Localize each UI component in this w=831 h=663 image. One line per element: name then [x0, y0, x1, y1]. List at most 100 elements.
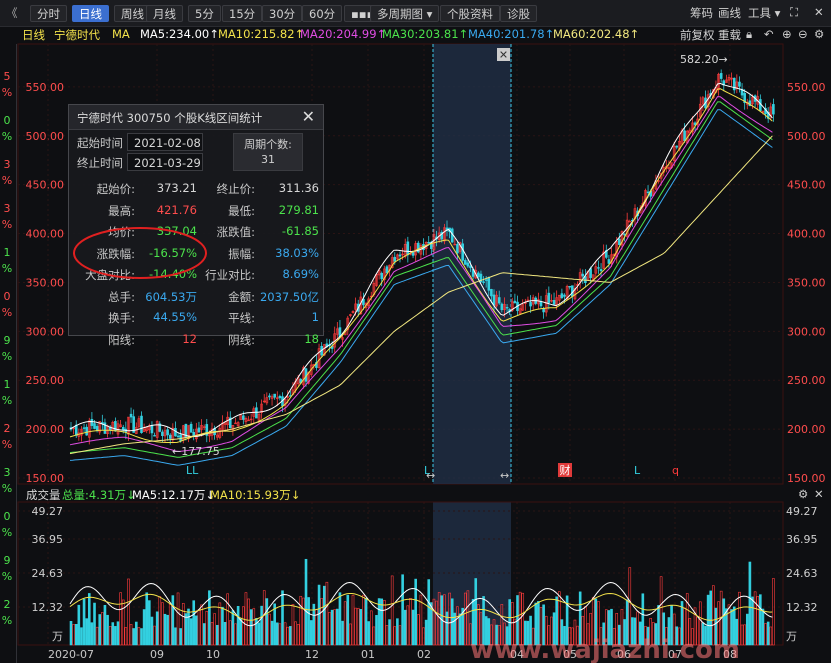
candle-body — [497, 297, 501, 304]
candle-body — [255, 407, 258, 419]
volume-ma5-line — [69, 581, 773, 627]
volume-bar — [772, 578, 775, 646]
volume-settings-icon[interactable]: ⚙ — [798, 487, 808, 501]
stat-value: 8.69% — [282, 267, 319, 281]
volume-bar — [221, 606, 224, 646]
candle-body — [477, 272, 480, 278]
volume-bar — [90, 622, 94, 646]
candle-body — [482, 281, 485, 283]
interval-stat-panel: 宁德时代 300750 个股K线区间统计 ✕ 起始时间 2021-02-08 终… — [68, 104, 324, 347]
volume-bar — [398, 625, 402, 646]
volume-bar — [202, 623, 206, 646]
volume-bar — [137, 627, 141, 646]
volume-bar — [283, 622, 287, 646]
volume-axis-label: 万 — [52, 630, 63, 643]
stat-label: 最低: — [228, 203, 255, 218]
marker-label: LL — [186, 464, 199, 477]
candle-body — [90, 418, 94, 426]
volume-ma5: MA5:12.17万↓ — [132, 488, 216, 502]
volume-bar — [275, 622, 279, 646]
volume-bar — [213, 613, 216, 646]
low-annotation: ←177.75 — [172, 445, 220, 458]
price-axis-label: 350.00 — [26, 276, 65, 289]
volume-bar — [82, 598, 86, 646]
volume-bar — [362, 594, 365, 646]
volume-bar — [244, 592, 248, 646]
start-time-label: 起始时间 — [77, 136, 123, 150]
candle-body — [513, 300, 517, 304]
volume-bar — [302, 597, 305, 646]
volume-bar — [336, 608, 339, 646]
candle-body — [189, 423, 193, 433]
price-axis-label: 150.00 — [26, 472, 65, 485]
stat-label: 终止价: — [216, 182, 255, 196]
candle-body — [234, 422, 237, 425]
stat-value: -61.85 — [281, 224, 319, 238]
stat-label: 金额: — [228, 289, 255, 304]
candle-body — [505, 306, 509, 309]
volume-bar — [166, 614, 169, 646]
volume-bar — [427, 579, 431, 646]
volume-bar — [119, 592, 122, 646]
candle-body — [168, 434, 172, 439]
volume-bar — [218, 602, 222, 646]
volume-bar — [756, 596, 760, 646]
date-axis-label: 12 — [305, 648, 319, 661]
candle-body — [242, 415, 245, 420]
volume-bar — [396, 618, 399, 646]
stat-value: 604.53万 — [145, 289, 197, 304]
volume-bar — [325, 581, 329, 646]
stat-label: 涨跌值: — [216, 225, 255, 239]
stat-label: 总手: — [108, 289, 135, 304]
volume-bar — [129, 624, 133, 646]
date-axis-label: 2020-07 — [48, 648, 94, 661]
volume-bar — [249, 609, 253, 646]
volume-bar — [364, 597, 368, 646]
stat-title: 宁德时代 300750 个股K线区间统计 — [77, 111, 263, 125]
volume-bar — [390, 575, 394, 646]
volume-bar — [349, 623, 352, 646]
volume-axis-right-label: 49.27 — [786, 505, 818, 518]
close-icon[interactable]: ✕ — [302, 107, 315, 126]
volume-bar — [223, 621, 227, 646]
stat-value: 2037.50亿 — [259, 289, 319, 304]
stat-value: 311.36 — [278, 181, 319, 195]
candle-body — [273, 393, 276, 398]
candle-body — [646, 191, 650, 194]
candle-body — [547, 292, 551, 303]
range-close-glyph: ✕ — [499, 49, 508, 62]
volume-bar — [74, 624, 78, 646]
volume-bar — [388, 619, 391, 646]
volume-bar — [453, 612, 457, 646]
price-axis-right-label: 550.00 — [787, 81, 826, 94]
volume-bar — [106, 614, 109, 646]
candle-body — [719, 73, 723, 79]
volume-bar — [338, 592, 342, 646]
volume-bar — [458, 613, 462, 646]
volume-bar — [200, 604, 203, 646]
end-time-field[interactable]: 2021-03-29 — [127, 153, 203, 171]
stat-label: 起始价: — [96, 182, 135, 196]
volume-bar — [286, 626, 290, 646]
candle-body — [95, 425, 99, 431]
volume-bar — [127, 578, 130, 646]
stat-label: 均价: — [108, 225, 135, 239]
volume-bar — [367, 621, 370, 646]
volume-bar — [262, 590, 266, 646]
volume-bar — [184, 613, 188, 646]
volume-bar — [239, 618, 243, 646]
volume-bar — [148, 600, 151, 646]
candle-body — [581, 273, 585, 277]
volume-bar — [369, 610, 373, 646]
price-axis-right-label: 150.00 — [787, 472, 826, 485]
volume-bar — [158, 596, 162, 646]
volume-bar — [189, 618, 193, 646]
volume-bar — [197, 609, 201, 646]
start-time-field[interactable]: 2021-02-08 — [127, 133, 203, 151]
candle-body — [406, 241, 410, 256]
volume-bar — [108, 626, 112, 646]
volume-close-icon[interactable]: ✕ — [814, 487, 824, 501]
volume-bar — [356, 608, 360, 646]
volume-bar — [354, 607, 357, 646]
volume-bar — [155, 611, 159, 646]
